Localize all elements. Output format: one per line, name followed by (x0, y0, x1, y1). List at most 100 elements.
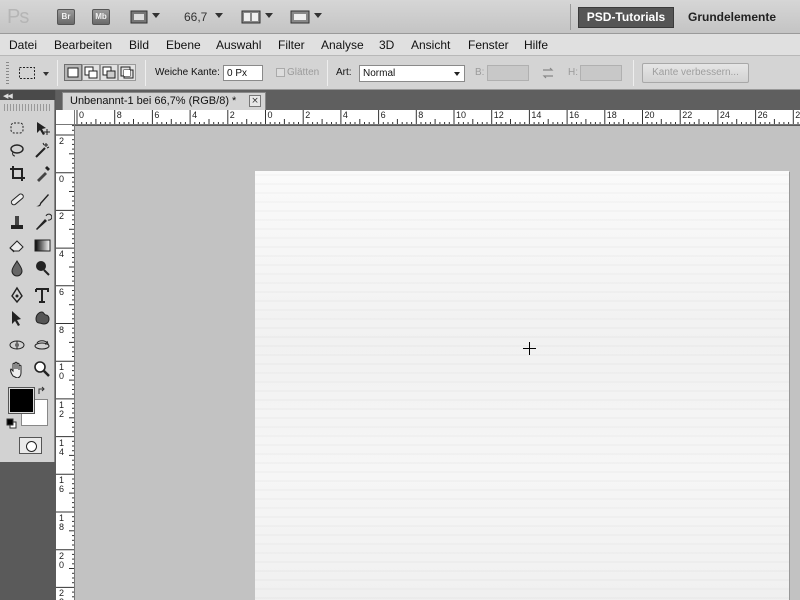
ruler-label: 12 (59, 399, 65, 419)
ruler-label: 12 (493, 110, 504, 120)
eyedropper-icon[interactable] (31, 162, 54, 184)
horizontal-ruler[interactable]: 086420246810121416182022242628 (75, 110, 800, 125)
refine-edge-button[interactable]: Kante verbessern... (642, 63, 749, 83)
height-input[interactable] (580, 65, 622, 81)
menu-ebene[interactable]: Ebene (166, 38, 201, 52)
arrange-documents-icon[interactable] (241, 9, 261, 28)
workspace-psd-tutorials-button[interactable]: PSD-Tutorials (578, 7, 674, 28)
magic-wand-icon[interactable] (31, 139, 54, 161)
bridge-button[interactable]: Br (57, 9, 75, 25)
menu-hilfe[interactable]: Hilfe (524, 38, 548, 52)
crop-icon[interactable] (6, 162, 29, 184)
ruler-label: 4 (192, 110, 198, 120)
menu-datei[interactable]: Datei (9, 38, 37, 52)
ruler-label: 16 (569, 110, 580, 120)
screen-mode-icon[interactable] (290, 9, 310, 28)
rectangular-marquee-icon[interactable] (6, 117, 29, 139)
ruler-label: 14 (59, 437, 65, 457)
zoom-level-field[interactable]: 66,7 (184, 10, 207, 24)
chevron-down-icon[interactable] (152, 13, 160, 18)
ruler-label: 2 (229, 110, 235, 120)
menu-auswahl[interactable]: Auswahl (216, 38, 261, 52)
chevron-down-icon[interactable] (314, 13, 322, 18)
ruler-label: 8 (59, 324, 65, 335)
ruler-label: 20 (644, 110, 655, 120)
gradient-icon[interactable] (31, 234, 54, 256)
ruler-label: 2 (59, 211, 65, 222)
foreground-color-swatch[interactable] (8, 387, 35, 414)
ruler-origin[interactable] (56, 110, 75, 125)
feather-label: Weiche Kante: (155, 67, 220, 78)
ruler-label: 4 (342, 110, 348, 120)
ruler-label: 18 (606, 110, 617, 120)
clone-stamp-icon[interactable] (6, 211, 29, 233)
3d-orbit-icon[interactable] (31, 334, 54, 356)
menu-bild[interactable]: Bild (129, 38, 149, 52)
document-tab[interactable]: Unbenannt-1 bei 66,7% (RGB/8) * (62, 92, 266, 110)
collapse-panel-icon[interactable]: ◀◀ (3, 92, 13, 100)
feather-input[interactable] (223, 65, 263, 81)
close-icon[interactable]: × (249, 95, 261, 107)
divider (570, 4, 571, 30)
ruler-label: 4 (59, 249, 65, 260)
ruler-label: 16 (59, 475, 65, 495)
chevron-down-icon[interactable] (265, 13, 273, 18)
menu-bar: Datei Bearbeiten Bild Ebene Auswahl Filt… (0, 34, 800, 56)
intersect-selection-icon[interactable] (118, 64, 136, 81)
view-extras-icon[interactable] (130, 9, 148, 28)
ruler-label: 18 (59, 513, 65, 532)
chevron-down-icon[interactable] (215, 13, 223, 18)
style-select[interactable]: Normal (359, 65, 465, 82)
lasso-icon[interactable] (6, 139, 29, 161)
new-selection-icon[interactable] (64, 64, 82, 81)
menu-fenster[interactable]: Fenster (468, 38, 509, 52)
add-to-selection-icon[interactable] (82, 64, 100, 81)
menu-analyse[interactable]: Analyse (321, 38, 364, 52)
mini-bridge-button[interactable]: Mb (92, 9, 110, 25)
ruler-label: 20 (59, 550, 65, 570)
ruler-label: 6 (380, 110, 386, 120)
menu-bearbeiten[interactable]: Bearbeiten (54, 38, 112, 52)
dodge-icon[interactable] (31, 257, 54, 279)
quick-mask-button[interactable] (19, 437, 42, 454)
vertical-ruler[interactable]: 20246810121416182022 (56, 125, 75, 600)
photoshop-logo: Ps (7, 6, 29, 28)
3d-rotate-icon[interactable] (6, 334, 29, 356)
options-bar: Weiche Kante: Glätten Art: Normal B: H: … (0, 56, 800, 90)
marquee-preset-icon[interactable] (18, 65, 38, 84)
default-colors-icon[interactable] (6, 418, 17, 432)
swap-colors-icon[interactable] (37, 385, 47, 399)
panel-grip[interactable] (4, 104, 50, 111)
ruler-label: 0 (59, 173, 65, 184)
subtract-from-selection-icon[interactable] (100, 64, 118, 81)
history-brush-icon[interactable] (31, 211, 54, 233)
zoom-icon[interactable] (31, 358, 54, 380)
menu-ansicht[interactable]: Ansicht (411, 38, 450, 52)
swap-dimensions-icon[interactable] (541, 66, 555, 83)
divider (327, 60, 328, 86)
document-canvas[interactable] (255, 171, 789, 600)
path-selection-icon[interactable] (6, 307, 29, 329)
ruler-label: 14 (531, 110, 542, 120)
workspace-grundelemente-button[interactable]: Grundelemente (688, 10, 776, 24)
spot-healing-icon[interactable] (6, 188, 29, 210)
eraser-icon[interactable] (6, 234, 29, 256)
hand-icon[interactable] (6, 358, 29, 380)
move-icon[interactable] (31, 117, 54, 139)
ruler-label: 6 (154, 110, 160, 120)
custom-shape-icon[interactable] (31, 307, 54, 329)
ruler-label: 10 (456, 110, 467, 120)
type-icon[interactable] (31, 284, 54, 306)
menu-filter[interactable]: Filter (278, 38, 305, 52)
menu-3d[interactable]: 3D (379, 38, 394, 52)
width-label: B: (475, 67, 485, 78)
width-input[interactable] (487, 65, 529, 81)
options-grip[interactable] (6, 62, 9, 84)
chevron-down-icon[interactable] (43, 72, 49, 76)
brush-icon[interactable] (31, 188, 54, 210)
anti-alias-checkbox[interactable] (276, 68, 285, 77)
pen-icon[interactable] (6, 284, 29, 306)
ruler-label: 24 (719, 110, 730, 120)
divider (57, 60, 58, 86)
blur-icon[interactable] (6, 257, 29, 279)
